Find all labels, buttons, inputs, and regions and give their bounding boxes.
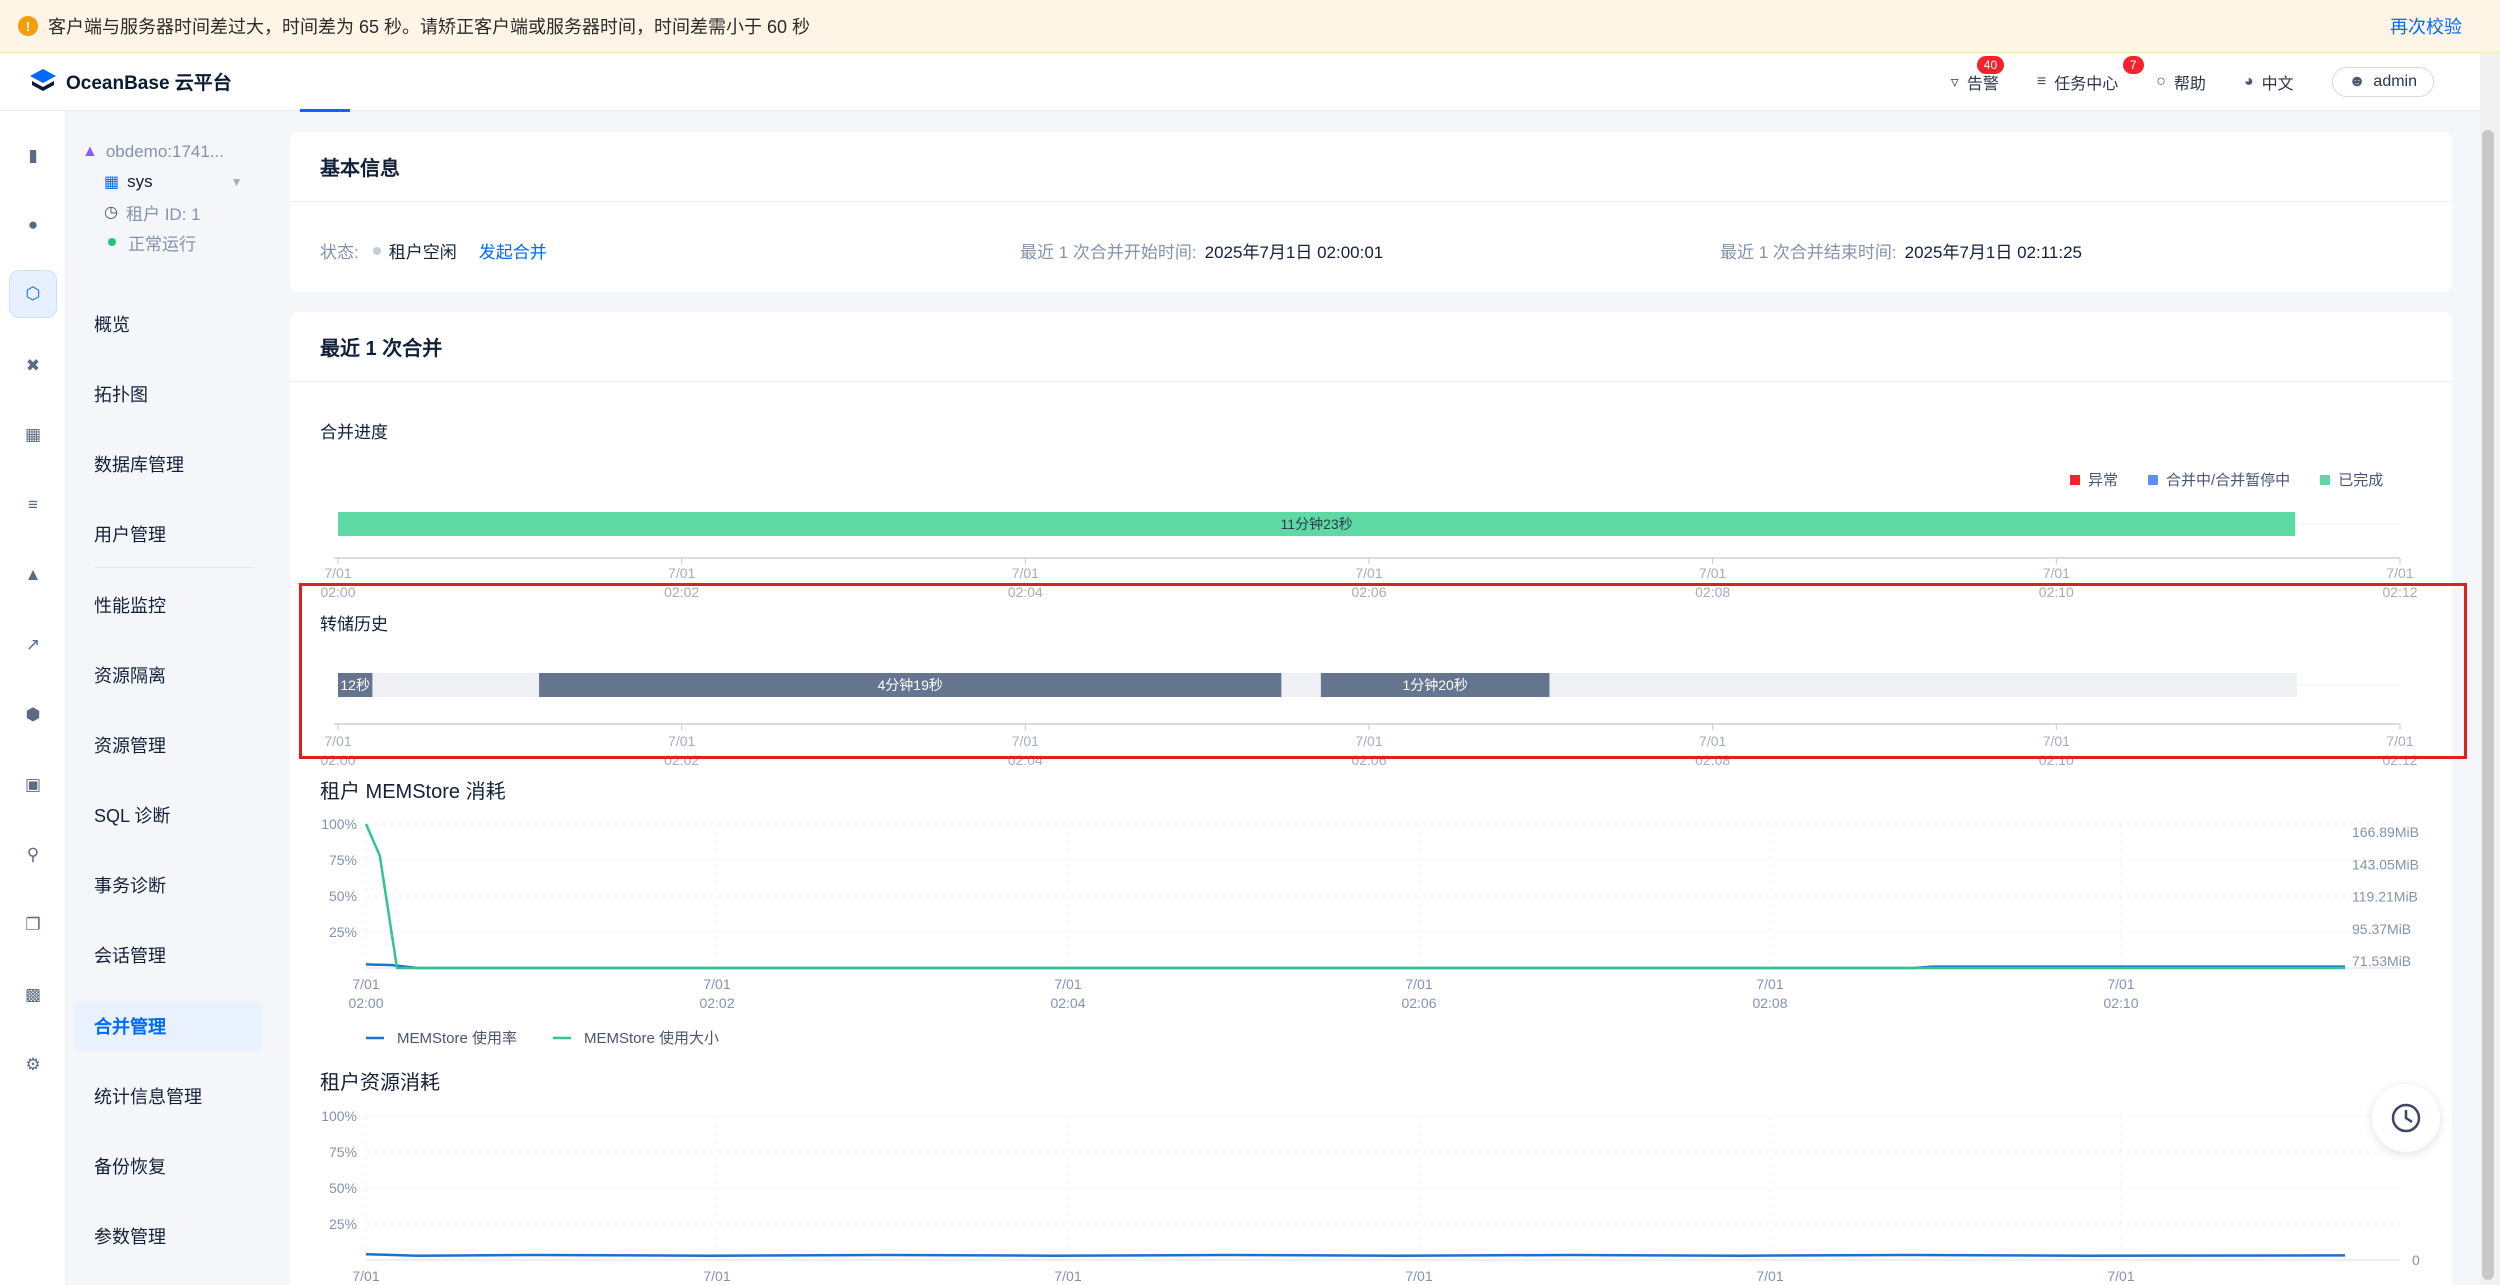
timeline-tick-date: 7/01 xyxy=(2386,565,2413,581)
page-scrollbar-thumb[interactable] xyxy=(2482,130,2494,1280)
x-tick-date: 7/01 xyxy=(703,976,730,992)
clock-icon xyxy=(2391,1103,2421,1133)
x-tick-date: 7/01 xyxy=(1405,1268,1432,1284)
x-tick-date: 7/01 xyxy=(1756,1268,1783,1284)
y-tick-label: 75% xyxy=(329,1144,357,1160)
segment-duration-label: 11分钟23秒 xyxy=(1281,516,1353,532)
y-tick-label: 100% xyxy=(321,1108,357,1124)
y-right-tick-label: 166.89MiB xyxy=(2352,824,2419,840)
timeline-tick-date: 7/01 xyxy=(1699,565,1726,581)
y-right-tick-label: 119.21MiB xyxy=(2352,889,2418,905)
x-tick-date: 7/01 xyxy=(352,1268,379,1284)
y-right-tick-label: 143.05MiB xyxy=(2352,856,2419,872)
y-tick-label: 100% xyxy=(321,816,357,832)
timeline-tick-date: 7/01 xyxy=(2043,565,2070,581)
x-tick-date: 7/01 xyxy=(703,1268,730,1284)
y-tick-label: 50% xyxy=(329,888,357,904)
timeline-tick-date: 7/01 xyxy=(668,565,695,581)
x-tick-time: 02:00 xyxy=(348,995,383,1011)
y-tick-label: 50% xyxy=(329,1180,357,1196)
x-tick-time: 02:06 xyxy=(1401,995,1436,1011)
x-tick-date: 7/01 xyxy=(1054,976,1081,992)
y-right-tick-label: 95.37MiB xyxy=(2352,921,2411,937)
x-tick-date: 7/01 xyxy=(2107,976,2134,992)
y-tick-label: 25% xyxy=(329,924,357,940)
dump-history-highlight-box xyxy=(299,583,2467,759)
x-tick-date: 7/01 xyxy=(1405,976,1432,992)
x-tick-time: 02:02 xyxy=(699,995,734,1011)
timeline-tick-date: 7/01 xyxy=(1355,565,1382,581)
legend-series-label: MEMStore 使用大小 xyxy=(584,1030,719,1047)
y-right-tick-label: 71.53MiB xyxy=(2352,953,2411,969)
timeline-tick-date: 7/01 xyxy=(1012,565,1039,581)
y-tick-label: 25% xyxy=(329,1216,357,1232)
x-tick-date: 7/01 xyxy=(352,976,379,992)
y-right-tick-label: 0 xyxy=(2412,1252,2420,1268)
x-tick-time: 02:08 xyxy=(1752,995,1787,1011)
x-tick-date: 7/01 xyxy=(1756,976,1783,992)
x-tick-time: 02:04 xyxy=(1050,995,1085,1011)
x-tick-time: 02:10 xyxy=(2103,995,2138,1011)
x-tick-date: 7/01 xyxy=(1054,1268,1081,1284)
series-line xyxy=(365,1252,2346,1257)
x-tick-date: 7/01 xyxy=(2107,1268,2134,1284)
history-float-button[interactable] xyxy=(2372,1084,2440,1152)
timeline-tick-date: 7/01 xyxy=(324,565,351,581)
legend-series-label: MEMStore 使用率 xyxy=(397,1030,517,1047)
y-tick-label: 75% xyxy=(329,852,357,868)
